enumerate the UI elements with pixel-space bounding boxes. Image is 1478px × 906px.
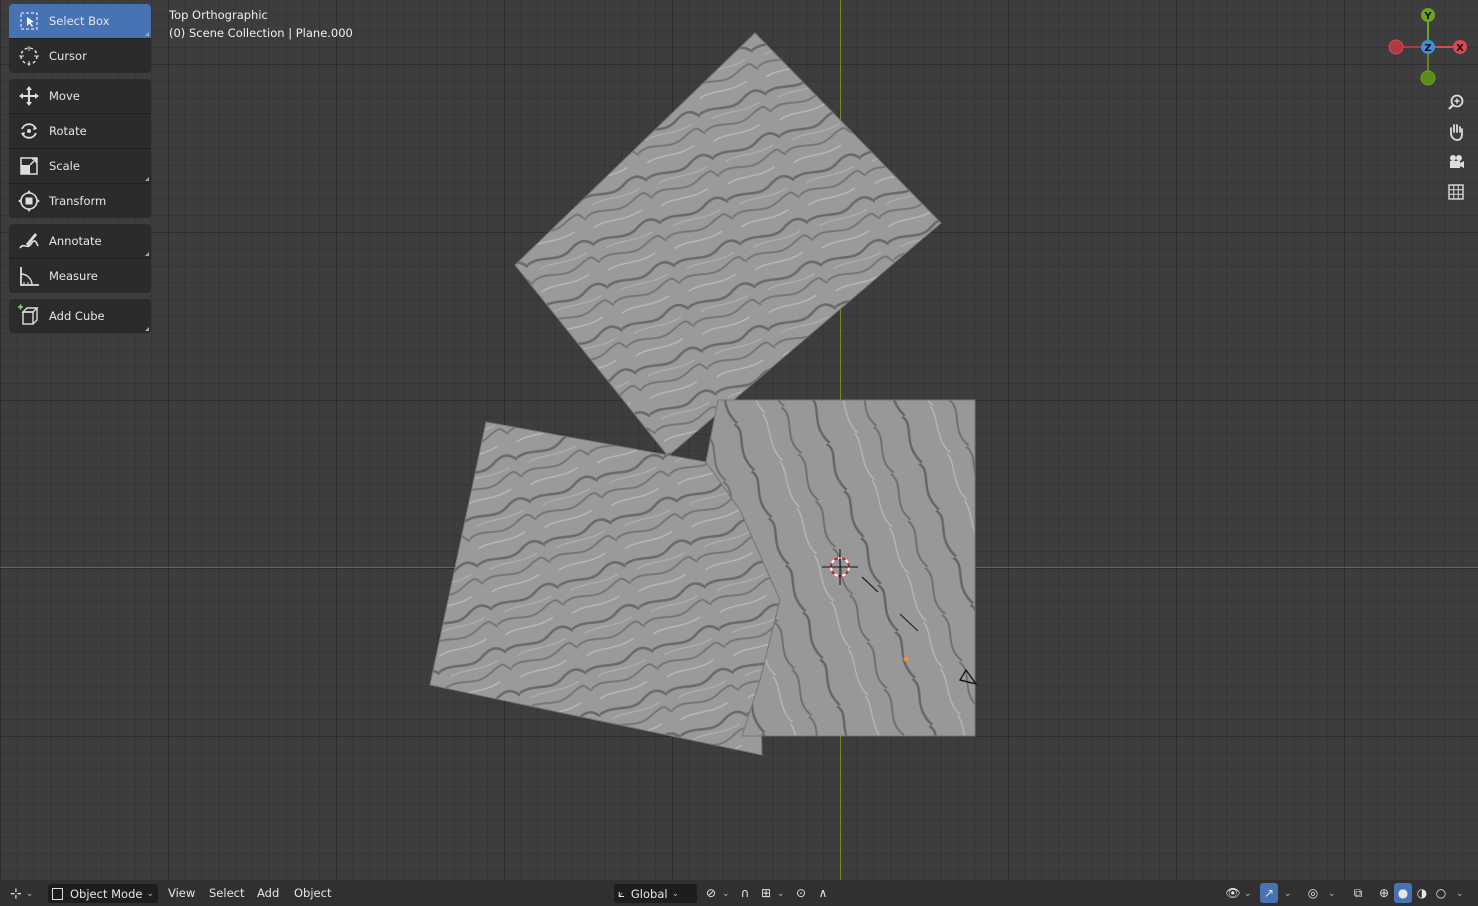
tool-label: Rotate	[49, 124, 87, 138]
tool-cursor[interactable]: Cursor	[9, 39, 151, 73]
zoom-icon[interactable]	[1444, 90, 1468, 114]
tool-label: Scale	[49, 159, 80, 173]
tool-label: Measure	[49, 269, 98, 283]
transform-icon	[9, 184, 49, 218]
snap-chevron-icon: ⌄	[777, 888, 785, 899]
editor-type-selector[interactable]: ⊹ ⌄	[10, 884, 33, 903]
toolbar-transform-group: Move Rotate Scale Transform	[9, 79, 151, 218]
editor-type-icon: ⊹	[10, 885, 22, 902]
move-icon	[9, 79, 49, 113]
snap-toggle-icon[interactable]: ∩	[736, 883, 754, 903]
annotate-icon	[9, 224, 49, 258]
tool-measure[interactable]: Measure	[9, 259, 151, 293]
tool-transform[interactable]: Transform	[9, 184, 151, 218]
proportional-edit-icon[interactable]: ⊙	[792, 883, 810, 903]
select-box-icon	[9, 4, 49, 38]
add-cube-icon	[9, 299, 49, 333]
tool-move[interactable]: Move	[9, 79, 151, 114]
tool-add-cube[interactable]: Add Cube	[9, 299, 151, 333]
falloff-icon[interactable]: ∧	[814, 883, 832, 903]
overlay-toggle-icon[interactable]: ◎	[1304, 883, 1322, 903]
shading-chevron-icon: ⌄	[1456, 888, 1464, 899]
cursor-icon	[9, 39, 49, 73]
toolbar-select-group: Select Box Cursor	[9, 4, 151, 73]
tool-label: Transform	[49, 194, 107, 208]
gizmo-z-label: Z	[1424, 43, 1431, 54]
tool-select-box[interactable]: Select Box	[9, 4, 151, 39]
menu-object[interactable]: Object	[294, 884, 331, 903]
toolbar-annotate-group: Annotate Measure	[9, 224, 151, 293]
gizmo-neg-y[interactable]	[1420, 70, 1436, 86]
rotate-icon	[9, 114, 49, 148]
gizmo-toggle-icon[interactable]: ↗	[1260, 883, 1278, 903]
mode-selector[interactable]: Object Mode ⌄	[48, 884, 158, 903]
gizmo-y-label: Y	[1423, 11, 1432, 22]
tool-label: Annotate	[49, 234, 102, 248]
3d-viewport[interactable]: Top Orthographic (0) Scene Collection | …	[0, 0, 1478, 880]
menu-view[interactable]: View	[168, 884, 195, 903]
object-mode-icon	[52, 887, 63, 900]
overlay-chevron-icon: ⌄	[1328, 888, 1336, 899]
rendered-shading-icon[interactable]: ○	[1432, 883, 1450, 903]
view-name-label: Top Orthographic	[169, 8, 268, 22]
object-origin-icon	[903, 656, 909, 662]
orientation-label: Global	[630, 886, 668, 901]
navigation-gizmo[interactable]: Y X Z	[1385, 6, 1471, 92]
menu-select[interactable]: Select	[209, 884, 244, 903]
material-shading-icon[interactable]: ◑	[1413, 883, 1431, 903]
pivot-chevron-icon: ⌄	[722, 888, 730, 899]
ortho-grid-icon[interactable]	[1444, 180, 1468, 204]
gizmo-neg-x[interactable]	[1388, 39, 1404, 55]
scene-objects	[429, 32, 978, 756]
wireframe-shading-icon[interactable]: ⊕	[1375, 883, 1393, 903]
pan-hand-icon[interactable]	[1444, 120, 1468, 144]
tool-label: Select Box	[49, 14, 110, 28]
tool-label: Cursor	[49, 49, 87, 63]
tool-annotate[interactable]: Annotate	[9, 224, 151, 259]
terrain-plane-top	[514, 32, 942, 457]
camera-view-icon[interactable]	[1444, 150, 1468, 174]
measure-icon	[9, 259, 49, 293]
visibility-chevron-icon: ⌄	[1244, 888, 1252, 899]
tool-label: Add Cube	[49, 309, 105, 323]
gizmo-x-label: X	[1456, 43, 1464, 54]
gizmo-chevron-icon: ⌄	[1284, 888, 1292, 899]
mode-label: Object Mode	[70, 886, 143, 901]
orientation-icon: ⟀	[618, 886, 625, 900]
scene-collection-label: (0) Scene Collection | Plane.000	[169, 26, 353, 40]
menu-add[interactable]: Add	[257, 884, 279, 903]
scale-icon	[9, 149, 49, 183]
viewport-header: ⊹ ⌄ Object Mode ⌄ View Select Add Object …	[0, 880, 1478, 906]
toolbar-add-group: Add Cube	[9, 299, 151, 333]
tool-rotate[interactable]: Rotate	[9, 114, 151, 149]
transform-orientation-selector[interactable]: ⟀ Global ⌄	[614, 884, 697, 903]
tool-scale[interactable]: Scale	[9, 149, 151, 184]
tool-label: Move	[49, 89, 80, 103]
xray-toggle-icon[interactable]: ⧉	[1349, 883, 1367, 903]
solid-shading-icon[interactable]: ●	[1394, 883, 1412, 903]
